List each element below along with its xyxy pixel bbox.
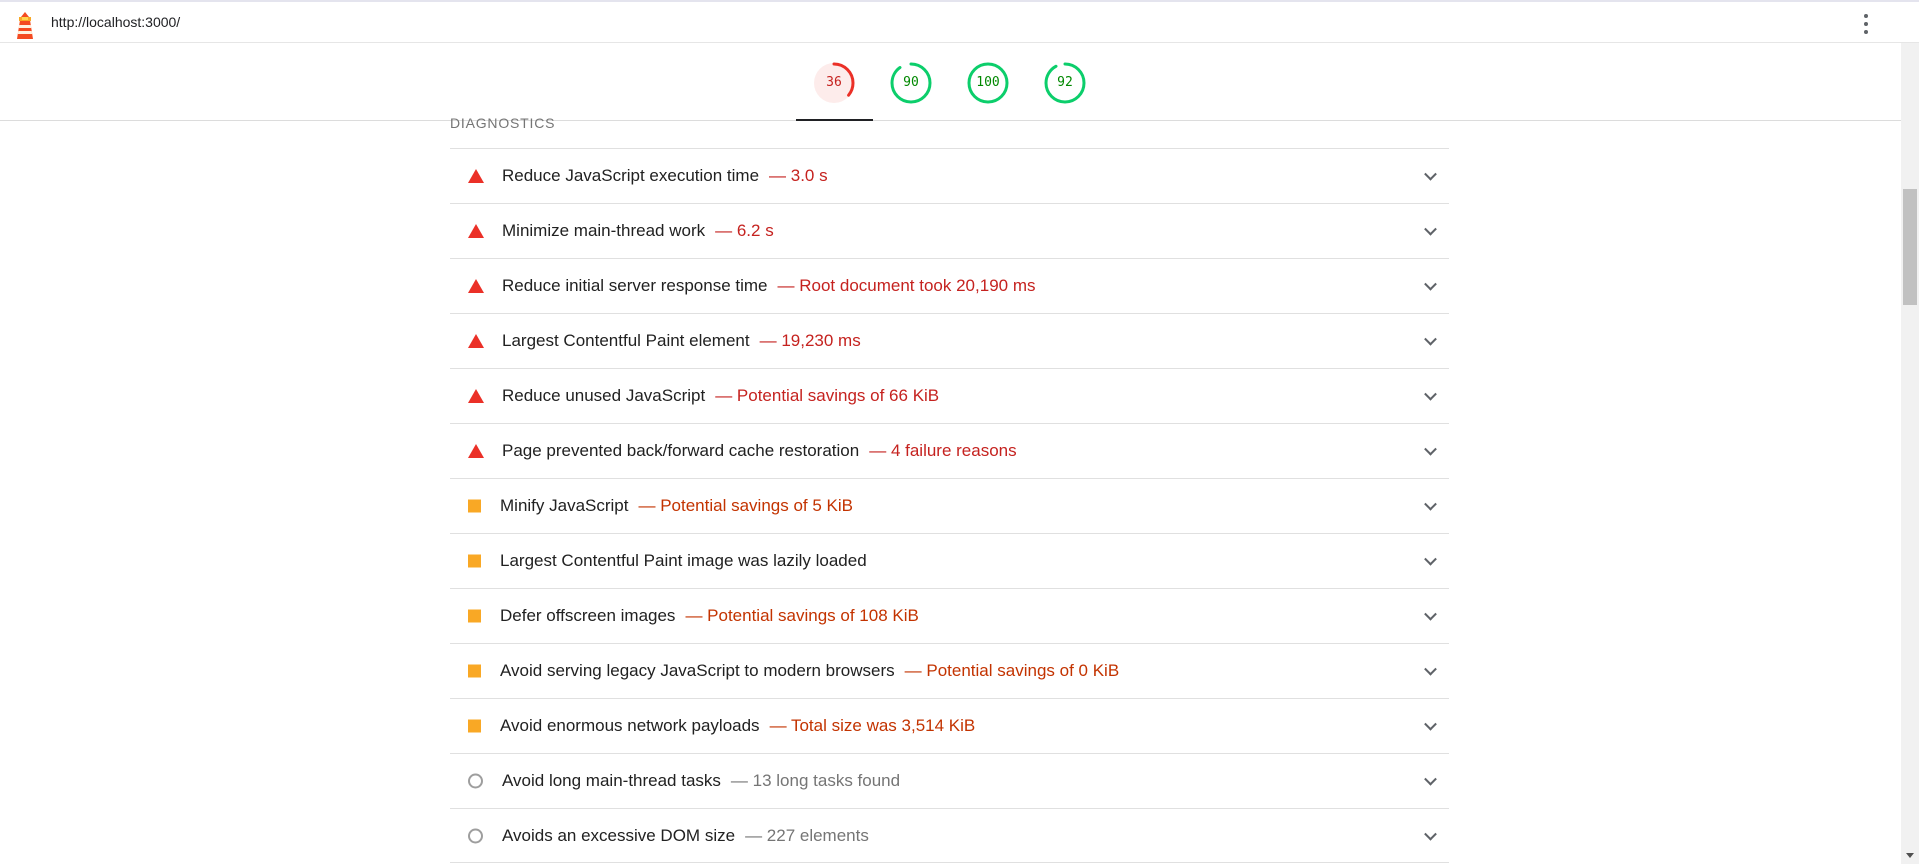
- audit-title: Minimize main-thread work: [502, 221, 706, 240]
- audit-circle-info-icon: [468, 773, 483, 789]
- score-value: 36: [826, 75, 842, 90]
- audit-text: Reduce initial server response time — Roo…: [502, 276, 1036, 296]
- scores-header: 36 90 100 92: [0, 43, 1901, 121]
- score-gauge-performance[interactable]: 36: [812, 61, 856, 105]
- audit-display-value: — 4 failure reasons: [869, 441, 1017, 460]
- audit-display-value: — Potential savings of 0 KiB: [904, 661, 1120, 680]
- audit-display-value: — 3.0 s: [769, 166, 828, 185]
- chevron-down-icon[interactable]: [1424, 387, 1437, 401]
- audit-display-value: — 19,230 ms: [759, 331, 861, 350]
- audit-triangle-fail-icon: [468, 279, 484, 293]
- audit-row[interactable]: Avoids an excessive DOM size — 227 elemen…: [450, 808, 1449, 863]
- audit-triangle-fail-icon: [468, 224, 484, 238]
- audit-text: Largest Contentful Paint element — 19,230…: [502, 331, 861, 351]
- score-value: 90: [903, 75, 919, 90]
- audit-text: Reduce unused JavaScript — Potential savi…: [502, 386, 939, 406]
- lighthouse-logo-icon: [17, 12, 33, 39]
- chevron-down-icon[interactable]: [1424, 497, 1437, 511]
- audit-list: Reduce JavaScript execution time — 3.0 s M…: [450, 148, 1449, 863]
- audit-square-average-icon: [468, 499, 481, 513]
- more-options-icon[interactable]: [1859, 12, 1873, 36]
- audit-text: Avoid serving legacy JavaScript to moder…: [500, 661, 1119, 681]
- audit-display-value: — 6.2 s: [715, 221, 774, 240]
- audit-square-average-icon: [468, 719, 481, 733]
- report-url: http://localhost:3000/: [51, 14, 181, 30]
- audit-title: Largest Contentful Paint image was lazil…: [500, 551, 867, 570]
- audit-text: Minify JavaScript — Potential savings of …: [500, 496, 853, 516]
- scrollbar[interactable]: [1901, 43, 1919, 864]
- audit-square-average-icon: [468, 609, 481, 623]
- audit-text: Avoid enormous network payloads — Total s…: [500, 716, 975, 736]
- audit-text: Page prevented back/forward cache restor…: [502, 441, 1017, 461]
- audit-display-value: — Root document took 20,190 ms: [777, 276, 1036, 295]
- audit-display-value: — Potential savings of 66 KiB: [715, 386, 940, 405]
- audit-title: Avoid enormous network payloads: [500, 716, 760, 735]
- chevron-down-icon[interactable]: [1424, 277, 1437, 291]
- audit-row[interactable]: Largest Contentful Paint element — 19,230…: [450, 313, 1449, 368]
- audit-row[interactable]: Reduce JavaScript execution time — 3.0 s: [450, 148, 1449, 203]
- audit-row[interactable]: Reduce unused JavaScript — Potential savi…: [450, 368, 1449, 423]
- scrollbar-thumb[interactable]: [1903, 189, 1917, 305]
- audit-row[interactable]: Minify JavaScript — Potential savings of …: [450, 478, 1449, 533]
- audit-title: Reduce unused JavaScript: [502, 386, 706, 405]
- score-gauge-accessibility[interactable]: 90: [889, 61, 933, 105]
- audit-text: Minimize main-thread work — 6.2 s: [502, 221, 774, 241]
- scroll-down-arrow-icon[interactable]: [1906, 853, 1914, 858]
- audit-title: Reduce initial server response time: [502, 276, 768, 295]
- audit-title: Defer offscreen images: [500, 606, 676, 625]
- audit-display-value: — Potential savings of 108 KiB: [685, 606, 919, 625]
- audit-display-value: — 227 elements: [745, 825, 869, 845]
- audit-triangle-fail-icon: [468, 389, 484, 403]
- audit-text: Avoids an excessive DOM size — 227 elemen…: [502, 826, 869, 846]
- chevron-down-icon[interactable]: [1424, 332, 1437, 346]
- audit-triangle-fail-icon: [468, 334, 484, 348]
- chevron-down-icon[interactable]: [1424, 662, 1437, 676]
- audit-row[interactable]: Minimize main-thread work — 6.2 s: [450, 203, 1449, 258]
- audit-circle-info-icon: [468, 828, 483, 843]
- audit-row[interactable]: Reduce initial server response time — Roo…: [450, 258, 1449, 313]
- score-value: 92: [1057, 75, 1073, 90]
- chevron-down-icon[interactable]: [1424, 167, 1437, 181]
- score-gauge-best-practices[interactable]: 100: [966, 61, 1010, 105]
- audit-title: Page prevented back/forward cache restor…: [502, 441, 860, 460]
- audit-row[interactable]: Largest Contentful Paint image was lazil…: [450, 533, 1449, 588]
- score-gauge-seo[interactable]: 92: [1043, 61, 1087, 105]
- audit-title: Minify JavaScript: [500, 496, 629, 515]
- audit-display-value: — Potential savings of 5 KiB: [638, 496, 853, 515]
- audit-triangle-fail-icon: [468, 169, 484, 183]
- audit-row[interactable]: Page prevented back/forward cache restor…: [450, 423, 1449, 478]
- audit-square-average-icon: [468, 554, 481, 568]
- audit-text: Reduce JavaScript execution time — 3.0 s: [502, 166, 828, 186]
- audit-row[interactable]: Avoid serving legacy JavaScript to moder…: [450, 643, 1449, 698]
- audit-row[interactable]: Avoid long main-thread tasks — 13 long ta…: [450, 753, 1449, 808]
- chevron-down-icon[interactable]: [1424, 607, 1437, 621]
- audit-text: Defer offscreen images — Potential saving…: [500, 606, 919, 626]
- audit-square-average-icon: [468, 664, 481, 678]
- active-tab-indicator: [796, 119, 873, 121]
- audit-title: Reduce JavaScript execution time: [502, 166, 760, 185]
- top-bar: http://localhost:3000/: [0, 0, 1919, 43]
- section-title: DIAGNOSTICS: [450, 115, 556, 131]
- audit-triangle-fail-icon: [468, 444, 484, 458]
- score-value: 100: [976, 75, 1000, 90]
- audit-title: Avoid long main-thread tasks: [502, 771, 721, 790]
- chevron-down-icon[interactable]: [1424, 552, 1437, 566]
- chevron-down-icon[interactable]: [1424, 222, 1437, 236]
- chevron-down-icon[interactable]: [1424, 717, 1437, 731]
- audit-row[interactable]: Avoid enormous network payloads — Total s…: [450, 698, 1449, 753]
- audit-display-value: — Total size was 3,514 KiB: [769, 716, 976, 735]
- audit-title: Avoids an excessive DOM size: [502, 825, 736, 845]
- audit-title: Largest Contentful Paint element: [502, 331, 750, 350]
- audit-text: Avoid long main-thread tasks — 13 long ta…: [502, 771, 900, 791]
- audit-display-value: — 13 long tasks found: [730, 771, 901, 790]
- chevron-down-icon[interactable]: [1424, 442, 1437, 456]
- audit-text: Largest Contentful Paint image was lazil…: [500, 551, 867, 571]
- audit-row[interactable]: Defer offscreen images — Potential saving…: [450, 588, 1449, 643]
- chevron-down-icon[interactable]: [1424, 772, 1437, 786]
- chevron-down-icon[interactable]: [1424, 827, 1437, 841]
- audit-title: Avoid serving legacy JavaScript to moder…: [500, 661, 895, 680]
